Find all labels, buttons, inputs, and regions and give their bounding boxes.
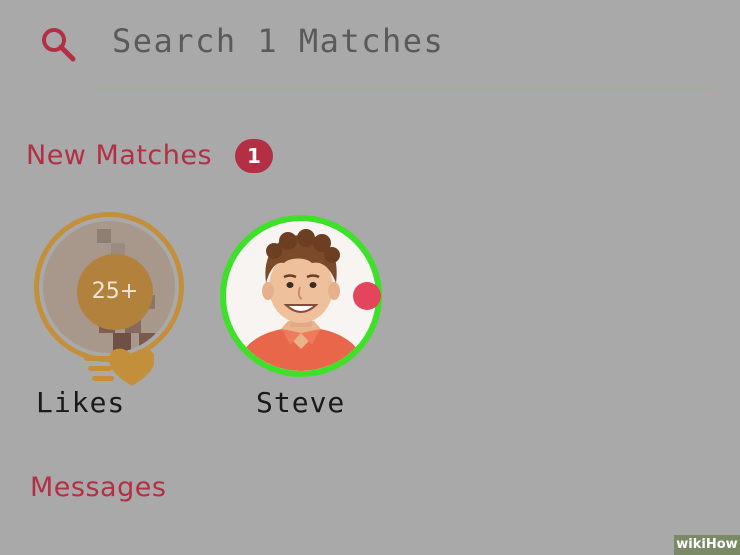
likes-label: Likes	[36, 386, 126, 419]
search-icon[interactable]	[38, 24, 78, 64]
search-input[interactable]: Search 1 Matches	[112, 22, 444, 60]
watermark-logo: wikiHow	[674, 535, 740, 555]
search-underline	[92, 89, 718, 90]
heart-icon	[84, 348, 154, 386]
likes-count: 25+	[77, 254, 153, 330]
likes-tile[interactable]: 25+	[34, 212, 194, 386]
new-match-dot	[353, 282, 381, 310]
new-matches-heading: New Matches	[26, 140, 213, 171]
messages-heading: Messages	[30, 472, 167, 503]
search-bar[interactable]: Search 1 Matches	[0, 0, 740, 92]
match-name-label: Steve	[256, 386, 346, 419]
new-matches-count-badge: 1	[235, 139, 273, 173]
